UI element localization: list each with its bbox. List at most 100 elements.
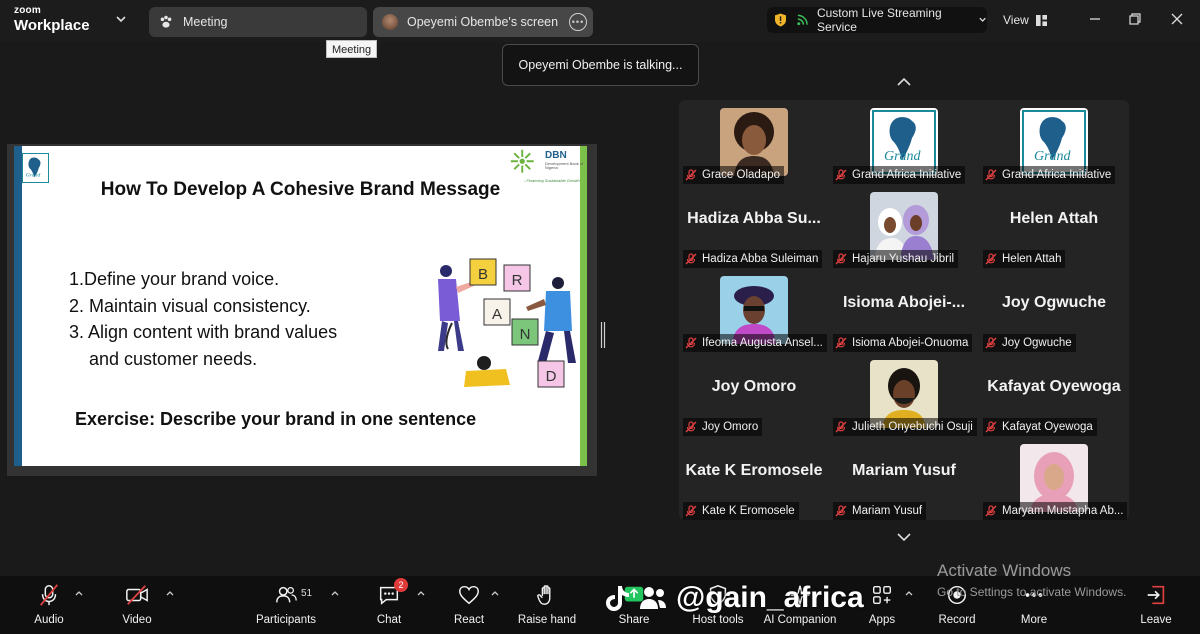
slide-exercise: Exercise: Describe your brand in one sen…	[75, 409, 477, 429]
list-item: 3. Align content with brand values	[69, 322, 338, 342]
tab-meeting[interactable]: Meeting	[149, 7, 367, 37]
participant-tile[interactable]: Maryam Mustapha Ab...	[979, 436, 1129, 520]
more-options-icon[interactable]: •••	[569, 13, 587, 31]
participant-tile[interactable]: Joy Omoro Joy Omoro	[679, 352, 829, 436]
close-icon[interactable]	[1170, 12, 1184, 26]
grid-view-icon	[1035, 14, 1047, 26]
participant-tile[interactable]: Grand Grand Africa Initiative	[979, 100, 1129, 184]
participant-name: Isioma Abojei-Onuoma	[852, 337, 969, 349]
hand-icon	[534, 582, 560, 608]
activate-title: Activate Windows	[937, 561, 1072, 580]
chevron-down-icon[interactable]	[114, 12, 128, 26]
audio-label: Audio	[34, 614, 64, 626]
heart-icon	[456, 582, 482, 608]
participant-tile[interactable]: Isioma Abojei-... Isioma Abojei-Onuoma	[829, 268, 979, 352]
list-item: and customer needs.	[89, 348, 258, 369]
mic-muted-icon	[835, 421, 847, 433]
tab-shared-screen[interactable]: Opeyemi Obembe's screen •••	[373, 7, 593, 37]
participant-name-label: Helen Attah	[983, 250, 1066, 268]
participant-tile[interactable]: Helen Attah Helen Attah	[979, 184, 1129, 268]
participant-name: Maryam Mustapha Ab...	[1002, 505, 1124, 517]
block-letter: D	[546, 368, 557, 385]
participant-tile[interactable]: Grand Grand Africa Initiative	[829, 100, 979, 184]
participant-tile[interactable]: Joy Ogwuche Joy Ogwuche	[979, 268, 1129, 352]
participant-tile[interactable]: Hajaru Yushau Jibril	[829, 184, 979, 268]
leave-icon	[1143, 582, 1169, 608]
participant-tile[interactable]: Kate K Eromosele Kate K Eromosele	[679, 436, 829, 520]
list-item: 1.Define your brand voice.	[69, 269, 280, 289]
chevron-down-icon	[979, 17, 986, 22]
chat-label: Chat	[376, 614, 402, 626]
dbn-logo-text: DBN	[545, 150, 567, 161]
apps-icon	[869, 582, 895, 608]
mic-muted-icon	[685, 421, 697, 433]
block-letter: B	[478, 266, 488, 283]
view-label: View	[1003, 13, 1029, 27]
restore-icon[interactable]	[1128, 12, 1142, 26]
block-letter: R	[512, 272, 523, 289]
presentation-slide[interactable]: Grand DBN Development Bank of Nigeria ..…	[14, 146, 587, 466]
slide-list: 1.Define your brand voice. 2. Maintain v…	[69, 266, 337, 372]
participant-name: Kafayat Oyewoga	[1002, 421, 1093, 433]
mic-muted-icon	[985, 337, 997, 349]
participants-label: Participants	[255, 614, 317, 626]
react-options-caret[interactable]	[490, 588, 500, 598]
minimize-icon[interactable]	[1088, 12, 1102, 26]
view-button[interactable]: View	[996, 7, 1052, 33]
participants-count: 51	[301, 588, 313, 599]
participant-name-label: Kate K Eromosele	[683, 502, 799, 520]
participant-display-name: Joy Ogwuche	[1001, 294, 1107, 311]
gallery-scroll-up[interactable]	[869, 67, 939, 97]
participant-name-label: Isioma Abojei-Onuoma	[833, 334, 973, 352]
raise-hand-label: Raise hand	[517, 614, 577, 626]
participants-options-caret[interactable]	[330, 588, 340, 598]
participant-tile[interactable]: Julieth Onyebuchi Osuji	[829, 352, 979, 436]
mic-muted-icon	[985, 421, 997, 433]
participant-name-label: Joy Omoro	[683, 418, 763, 436]
video-options-caret[interactable]	[165, 588, 175, 598]
activate-windows-watermark: Activate Windows Go to Settings to activ…	[937, 561, 1126, 599]
participant-name: Joy Ogwuche	[1002, 337, 1072, 349]
participant-display-name: Helen Attah	[1009, 210, 1099, 227]
participant-name: Ifeoma Augusta Ansel...	[702, 337, 823, 349]
participant-name: Julieth Onyebuchi Osuji	[852, 421, 973, 433]
apps-options-caret[interactable]	[904, 588, 914, 598]
participants-button[interactable]: 51 Participants	[252, 580, 320, 630]
zoom-workplace-logo[interactable]: zoom Workplace	[14, 6, 90, 34]
react-button[interactable]: React	[450, 580, 488, 630]
participant-name: Helen Attah	[1002, 253, 1062, 265]
participant-name-label: Grace Oladapo	[683, 166, 784, 184]
audio-options-caret[interactable]	[74, 588, 84, 598]
apps-button[interactable]: Apps	[864, 580, 900, 630]
splitter-handle[interactable]	[600, 322, 606, 348]
audio-button[interactable]: Audio	[28, 580, 70, 630]
participant-display-name: Isioma Abojei-...	[842, 294, 966, 311]
participant-tile[interactable]: Hadiza Abba Su... Hadiza Abba Suleiman	[679, 184, 829, 268]
tooltip: Meeting	[326, 40, 378, 58]
mic-muted-icon	[36, 582, 62, 608]
video-button[interactable]: Video	[116, 580, 158, 630]
raise-hand-button[interactable]: Raise hand	[516, 580, 578, 630]
participant-name-label: Maryam Mustapha Ab...	[983, 502, 1128, 520]
participant-tile[interactable]: Ifeoma Augusta Ansel...	[679, 268, 829, 352]
avatar	[381, 13, 399, 31]
chat-button[interactable]: 2 Chat	[370, 578, 408, 630]
participant-name: Grand Africa Initiative	[1002, 169, 1112, 181]
participant-tile[interactable]: Mariam Yusuf Mariam Yusuf	[829, 436, 979, 520]
live-stream-status[interactable]: Custom Live Streaming Service	[767, 6, 987, 34]
participant-tile[interactable]: Kafayat Oyewoga Kafayat Oyewoga	[979, 352, 1129, 436]
gallery-scroll-down[interactable]	[869, 522, 939, 552]
slide-title: How To Develop A Cohesive Brand Message	[100, 179, 501, 200]
title-bar: zoom Workplace Meeting Opeyemi Obembe's …	[0, 0, 1200, 58]
chat-options-caret[interactable]	[416, 588, 426, 598]
watermark-handle: @gain_africa	[676, 581, 864, 614]
leave-button[interactable]: Leave	[1138, 580, 1174, 630]
participant-gallery: Grace Oladapo Grand Grand Africa Initiativ…	[679, 100, 1129, 520]
participant-name-label: Grand Africa Initiative	[833, 166, 966, 184]
participant-name-label: Ifeoma Augusta Ansel...	[683, 334, 827, 352]
participant-tile[interactable]: Grace Oladapo	[679, 100, 829, 184]
paw-icon	[157, 13, 175, 31]
participant-name: Joy Omoro	[702, 421, 759, 433]
mic-muted-icon	[835, 253, 847, 265]
mic-muted-icon	[835, 505, 847, 517]
